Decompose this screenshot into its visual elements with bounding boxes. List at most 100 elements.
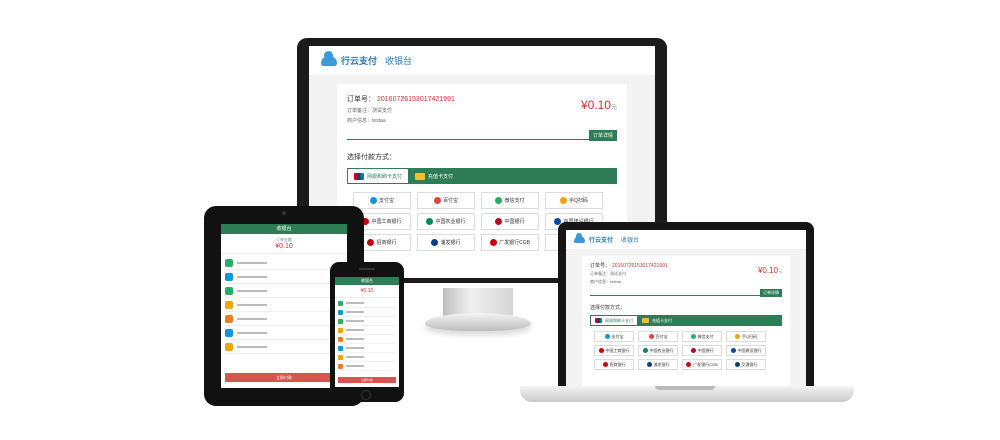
payment-method[interactable]: 支付宝	[353, 192, 411, 209]
tab-online-banking[interactable]: 网银和刷卡支付	[590, 315, 638, 326]
list-item[interactable]	[225, 340, 343, 354]
phone-speaker	[359, 268, 375, 270]
placeholder-text-line	[346, 338, 364, 340]
placeholder-text-line	[237, 275, 267, 278]
list-item[interactable]	[338, 362, 396, 371]
payment-method-icon	[225, 258, 233, 267]
payment-method-label: 支付宝	[378, 198, 394, 204]
payment-method[interactable]: 手Q扫码	[545, 192, 603, 209]
payment-method-icon	[369, 197, 377, 204]
payment-method[interactable]: 广发银行CGB	[682, 359, 722, 370]
payment-section-title: 选择付款方式：	[590, 305, 626, 311]
unionpay-icon	[595, 318, 602, 323]
tab-online-banking[interactable]: 网银和刷卡支付	[347, 168, 410, 184]
payment-method-label: 浦发银行	[440, 240, 461, 246]
payment-method-label: 浦发银行	[653, 361, 670, 367]
list-item[interactable]	[338, 353, 396, 362]
payment-method-icon	[367, 239, 375, 246]
payment-method[interactable]: 中国农业银行	[417, 213, 475, 230]
monitor-stand-base	[425, 313, 531, 331]
list-item[interactable]	[338, 344, 396, 353]
list-item[interactable]	[338, 299, 396, 308]
payment-method[interactable]: 中国银行	[682, 345, 722, 356]
tab-label: 充值卡支付	[428, 173, 454, 180]
tab-label: 充值卡支付	[652, 317, 672, 323]
order-number-line: 订单号： 20160726153017421991	[590, 262, 782, 269]
pay-now-button[interactable]: 立即付款	[338, 377, 396, 383]
payment-method-icon	[225, 286, 233, 295]
list-item[interactable]	[225, 312, 343, 326]
list-item[interactable]	[225, 298, 343, 312]
payment-method[interactable]: 交通银行	[726, 359, 766, 370]
payment-method[interactable]: 手Q扫码	[726, 331, 766, 342]
payment-method[interactable]: 微信支付	[481, 192, 539, 209]
payment-method-icon	[648, 334, 654, 339]
payment-method-label: 微信支付	[697, 333, 714, 339]
payment-method-icon	[338, 345, 343, 351]
payment-method-icon	[433, 197, 441, 204]
payment-method-label: 招商银行	[376, 240, 397, 246]
list-item[interactable]	[338, 326, 396, 335]
placeholder-text-line	[346, 329, 364, 331]
placeholder-text-line	[237, 289, 267, 292]
list-item[interactable]	[338, 308, 396, 317]
amount-value: ¥0.10	[757, 266, 778, 275]
payment-method-label: 百付宝	[442, 198, 458, 204]
payment-method-label: 中国工商银行	[371, 219, 402, 225]
payment-method[interactable]: 浦发银行	[417, 234, 475, 251]
list-item[interactable]	[225, 284, 343, 298]
payment-method-icon	[730, 348, 736, 353]
list-item[interactable]	[225, 326, 343, 340]
phone-screen: 收银台 ¥0.10 立即付款	[335, 277, 399, 387]
home-button[interactable]	[361, 390, 371, 400]
payment-method[interactable]: 中国银行	[481, 213, 539, 230]
payment-method[interactable]: 中国农业银行	[638, 345, 678, 356]
placeholder-text-line	[346, 302, 364, 304]
list-item[interactable]	[338, 335, 396, 344]
cloud-logo-icon	[574, 233, 585, 243]
payment-method[interactable]: 中国工商银行	[594, 345, 634, 356]
order-number-label: 订单号：	[590, 263, 611, 269]
placeholder-text-line	[237, 261, 267, 264]
tablet-screen: 收银台 订单金额 ¥0.10 立即付款	[221, 224, 347, 388]
placeholder-text-line	[237, 345, 267, 348]
payment-method-icon	[225, 272, 233, 281]
payment-method-icon	[338, 300, 343, 306]
payment-method-icon	[642, 348, 648, 353]
list-item[interactable]	[225, 270, 343, 284]
payment-method[interactable]: 浦发银行	[638, 359, 678, 370]
payment-method-icon	[338, 336, 343, 342]
payment-method-label: 中国农业银行	[649, 347, 674, 353]
payment-method[interactable]: 中国建设银行	[726, 345, 766, 356]
payment-method[interactable]: 招商银行	[594, 359, 634, 370]
payment-method-label: 交通银行	[741, 361, 758, 367]
payment-method-icon	[338, 327, 343, 333]
payment-method[interactable]: 百付宝	[417, 192, 475, 209]
payment-method[interactable]: 支付宝	[594, 331, 634, 342]
payment-method-icon	[690, 348, 696, 353]
payment-method[interactable]: 微信支付	[682, 331, 722, 342]
payment-method[interactable]: 百付宝	[638, 331, 678, 342]
payment-method-icon	[225, 314, 233, 323]
tablet-payment-list	[221, 254, 347, 356]
cashier-title: 收银台	[385, 56, 413, 66]
brand-name: 行云支付	[341, 56, 378, 66]
prepaid-card-icon	[642, 318, 649, 323]
payment-method-icon	[495, 218, 503, 225]
payment-method-icon	[338, 354, 343, 360]
tab-prepaid-card[interactable]: 充值卡支付	[409, 168, 459, 184]
amount-unit: 元	[610, 105, 617, 111]
list-item[interactable]	[225, 256, 343, 270]
payment-method-label: 中国银行	[697, 347, 714, 353]
payment-method[interactable]: 广发银行CGB	[481, 234, 539, 251]
payment-tabs: 网银和刷卡支付 充值卡支付	[347, 168, 617, 184]
amount-unit: 元	[778, 269, 782, 274]
payment-method-label: 手Q扫码	[741, 333, 758, 339]
order-detail-button[interactable]: 订单详情	[588, 130, 617, 141]
list-item[interactable]	[338, 317, 396, 326]
order-detail-button[interactable]: 订单详情	[760, 289, 782, 297]
laptop-notch	[655, 386, 715, 390]
pay-now-button[interactable]: 立即付款	[225, 373, 343, 382]
tab-prepaid-card[interactable]: 充值卡支付	[638, 315, 676, 326]
order-number-line: 订单号： 20160726153017421991	[347, 94, 617, 104]
